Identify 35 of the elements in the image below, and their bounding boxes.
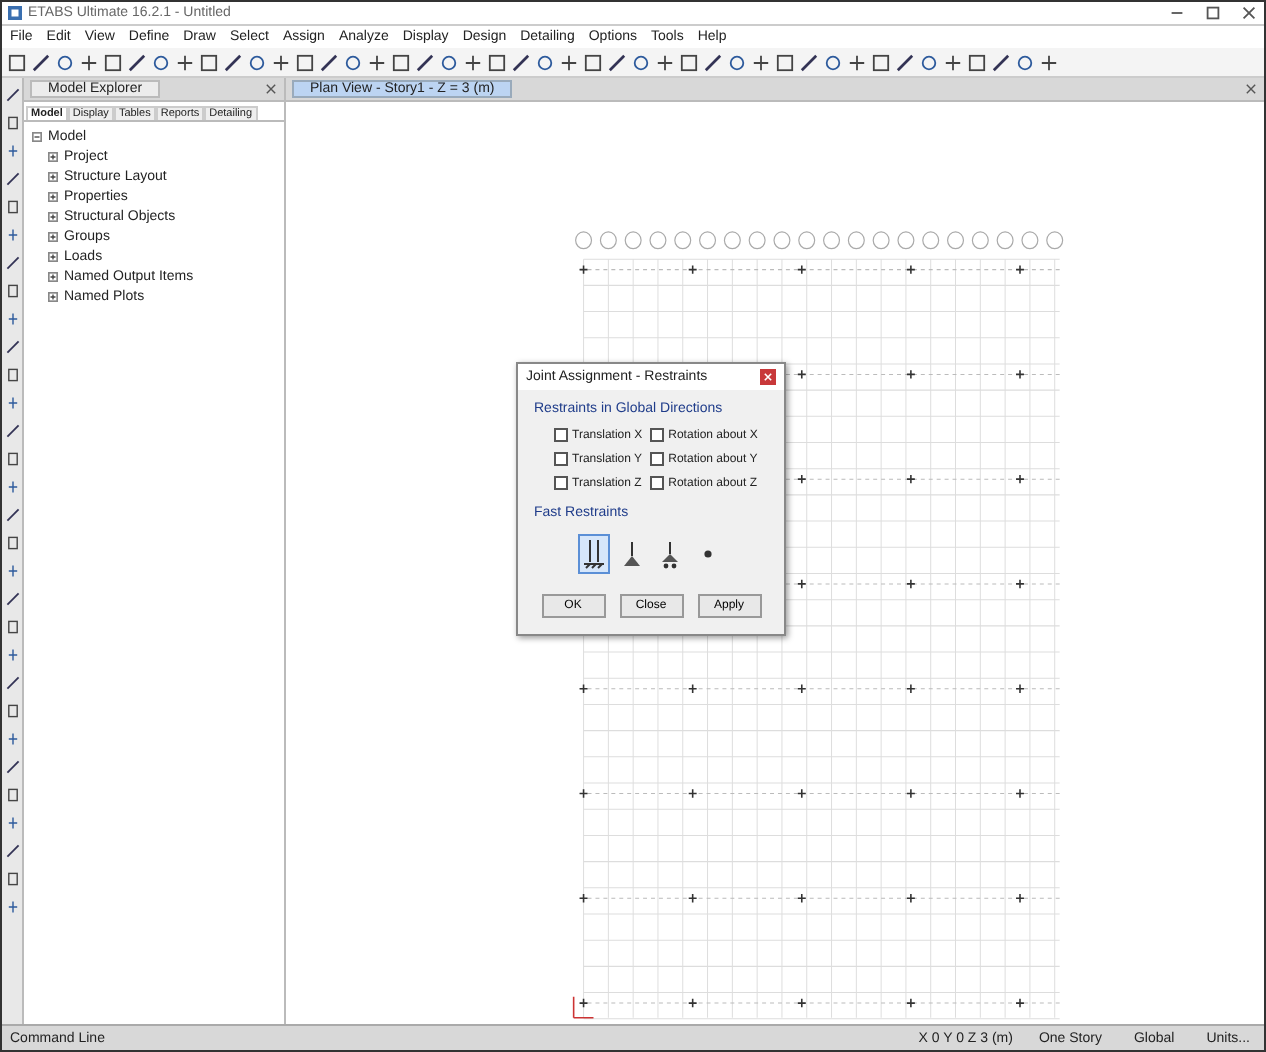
maximize-icon[interactable]	[1204, 4, 1222, 22]
toolbar-icon[interactable]	[752, 53, 770, 71]
roller-support-icon	[658, 538, 682, 570]
toolbar-icon[interactable]	[656, 53, 674, 71]
close-icon[interactable]	[1244, 82, 1258, 96]
expand-toggle-icon[interactable]	[48, 292, 58, 302]
expand-toggle-icon[interactable]	[48, 212, 58, 222]
toolbar-icon[interactable]	[80, 53, 98, 71]
expand-toggle-icon[interactable]	[48, 252, 58, 262]
close-icon[interactable]	[1240, 4, 1258, 22]
toolbar-icon[interactable]	[176, 53, 194, 71]
close-icon[interactable]	[760, 368, 776, 386]
fixed-support-button[interactable]	[578, 534, 610, 574]
expand-toggle-icon[interactable]	[48, 172, 58, 182]
pinned-support-icon	[620, 538, 644, 570]
checkbox[interactable]	[650, 476, 665, 490]
expand-toggle-icon[interactable]	[48, 152, 58, 162]
expand-toggle-icon[interactable]	[48, 192, 58, 202]
expand-toggle-icon[interactable]	[48, 272, 58, 282]
fixed-support-icon	[582, 538, 606, 570]
toolbar-icon[interactable]	[272, 53, 290, 71]
checkbox[interactable]	[554, 452, 568, 466]
toolbar-icon[interactable]	[944, 53, 962, 71]
checkbox[interactable]	[554, 476, 568, 490]
checkbox[interactable]	[554, 428, 568, 442]
toolbar-icon[interactable]	[848, 53, 866, 71]
checkbox[interactable]	[650, 452, 665, 466]
expand-toggle-icon[interactable]	[32, 132, 42, 142]
checkbox[interactable]	[650, 428, 665, 442]
close-icon[interactable]	[264, 82, 278, 96]
expand-toggle-icon[interactable]	[48, 232, 58, 242]
toolbar-icon[interactable]	[464, 53, 482, 71]
toolbar-icon[interactable]	[368, 53, 386, 71]
toolbar-icon[interactable]	[1040, 53, 1058, 71]
toolbar-icon[interactable]	[560, 53, 578, 71]
